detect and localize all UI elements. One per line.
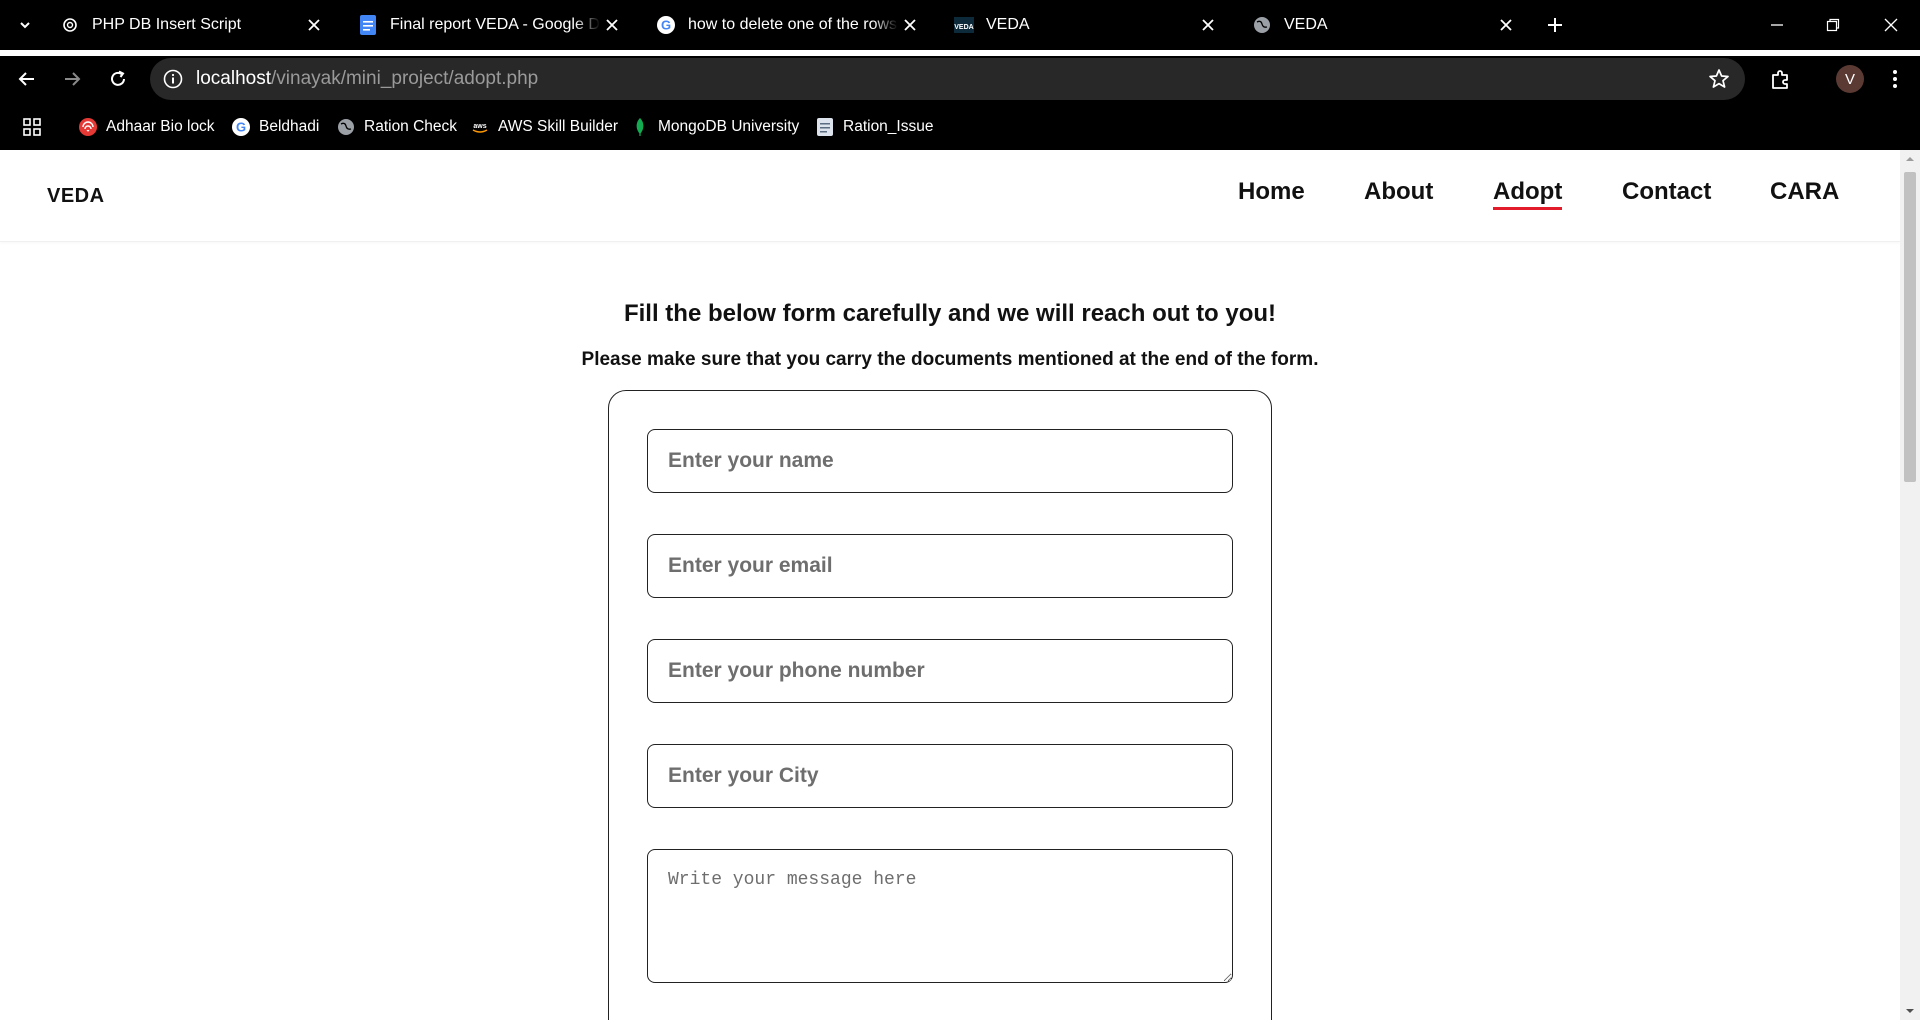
address-bar[interactable]: localhost/vinayak/mini_project/adopt.php	[150, 58, 1745, 100]
back-arrow-icon[interactable]	[12, 64, 42, 94]
tab-php-db-insert[interactable]: PHP DB Insert Script	[44, 5, 338, 45]
bookmark-label: Ration_Issue	[843, 118, 934, 135]
page-viewport: VEDA Home About Adopt Contact CARA Fill …	[0, 150, 1900, 1020]
nav-cara[interactable]: CARA	[1770, 178, 1839, 206]
nav-about[interactable]: About	[1364, 178, 1433, 206]
scroll-up-arrow-icon[interactable]	[1900, 150, 1920, 168]
bookmark-adhaar-bio-lock[interactable]: Adhaar Bio lock	[78, 114, 215, 140]
restore-icon[interactable]	[1818, 10, 1848, 40]
bookmark-star-icon[interactable]	[1707, 67, 1731, 91]
tab-final-report[interactable]: Final report VEDA - Google Docs	[342, 5, 636, 45]
globe-icon	[336, 117, 356, 137]
bookmarks-bar: Adhaar Bio lock G Beldhadi Ration Check …	[0, 102, 1920, 150]
globe-icon	[1252, 15, 1272, 35]
scroll-down-arrow-icon[interactable]	[1900, 1002, 1920, 1020]
scrollbar-thumb[interactable]	[1904, 172, 1916, 482]
profile-avatar[interactable]: V	[1836, 65, 1864, 93]
google-icon: G	[231, 117, 251, 137]
google-docs-icon	[358, 15, 378, 35]
page-scrollbar[interactable]	[1900, 150, 1920, 1020]
mongodb-leaf-icon	[630, 117, 650, 137]
url-path: /vinayak/mini_project/adopt.php	[271, 68, 539, 89]
reload-icon[interactable]	[103, 64, 133, 94]
form-subheading: Please make sure that you carry the docu…	[581, 349, 1319, 370]
fingerprint-icon	[78, 117, 98, 137]
google-icon: G	[656, 15, 676, 35]
tab-strip: PHP DB Insert Script Final report VEDA -…	[0, 0, 1920, 50]
tab-title: VEDA	[986, 16, 1030, 33]
url-host: localhost	[196, 68, 271, 89]
nav-contact[interactable]: Contact	[1622, 178, 1711, 206]
bookmark-label: MongoDB University	[658, 118, 800, 135]
svg-text:G: G	[661, 18, 671, 33]
forward-arrow-icon[interactable]	[57, 64, 87, 94]
close-icon[interactable]	[302, 13, 326, 37]
apps-grid-icon[interactable]	[22, 114, 42, 140]
close-icon[interactable]	[1494, 13, 1518, 37]
new-tab-plus-icon[interactable]	[1542, 12, 1568, 38]
nav-adopt[interactable]: Adopt	[1493, 178, 1563, 210]
tab-title: how to delete one of the rows in	[688, 16, 898, 33]
message-textarea[interactable]	[647, 849, 1233, 983]
window-close-icon[interactable]	[1876, 10, 1906, 40]
bookmark-label: Beldhadi	[259, 118, 320, 135]
site-header: VEDA Home About Adopt Contact CARA	[0, 150, 1900, 242]
tab-veda[interactable]: VEDA	[1236, 5, 1530, 45]
minimize-icon[interactable]	[1762, 10, 1792, 40]
veda-icon: VEDA	[954, 15, 974, 35]
openai-icon	[60, 15, 80, 35]
form-heading: Fill the below form carefully and we wil…	[623, 300, 1277, 327]
aws-icon: aws	[470, 117, 490, 137]
kebab-menu-icon[interactable]	[1880, 64, 1910, 94]
close-icon[interactable]	[600, 13, 624, 37]
nav-home[interactable]: Home	[1238, 178, 1305, 206]
tab-title: Final report VEDA - Google Docs	[390, 16, 600, 33]
svg-text:aws: aws	[473, 123, 486, 130]
bookmark-label: Adhaar Bio lock	[106, 118, 215, 135]
browser-toolbar: localhost/vinayak/mini_project/adopt.php…	[0, 56, 1920, 102]
tab-title: VEDA	[1284, 16, 1328, 33]
bookmark-beldhadi[interactable]: G Beldhadi	[231, 114, 319, 140]
name-input[interactable]	[647, 429, 1233, 493]
tab-title: PHP DB Insert Script	[92, 16, 242, 33]
city-input[interactable]	[647, 744, 1233, 808]
tab-search-chevron-icon[interactable]	[14, 12, 36, 38]
url-text[interactable]: localhost/vinayak/mini_project/adopt.php	[196, 68, 538, 90]
tab-how-to-delete[interactable]: G how to delete one of the rows in	[640, 5, 934, 45]
tab-veda-active[interactable]: VEDA VEDA	[938, 5, 1232, 45]
bookmark-aws-skill-builder[interactable]: aws AWS Skill Builder	[470, 114, 618, 140]
site-info-icon[interactable]	[162, 68, 184, 90]
svg-text:VEDA: VEDA	[954, 24, 973, 31]
adopt-form	[608, 390, 1272, 1020]
svg-text:G: G	[236, 120, 246, 135]
bookmark-label: Ration Check	[364, 118, 458, 135]
document-icon	[815, 117, 835, 137]
close-icon[interactable]	[898, 13, 922, 37]
bookmark-mongodb-university[interactable]: MongoDB University	[630, 114, 799, 140]
phone-input[interactable]	[647, 639, 1233, 703]
bookmark-ration-issue[interactable]: Ration_Issue	[815, 114, 933, 140]
close-icon[interactable]	[1196, 13, 1220, 37]
email-input[interactable]	[647, 534, 1233, 598]
site-logo[interactable]: VEDA	[47, 185, 105, 208]
extensions-puzzle-icon[interactable]	[1766, 64, 1796, 94]
bookmark-ration-check[interactable]: Ration Check	[336, 114, 457, 140]
bookmark-label: AWS Skill Builder	[498, 118, 619, 135]
